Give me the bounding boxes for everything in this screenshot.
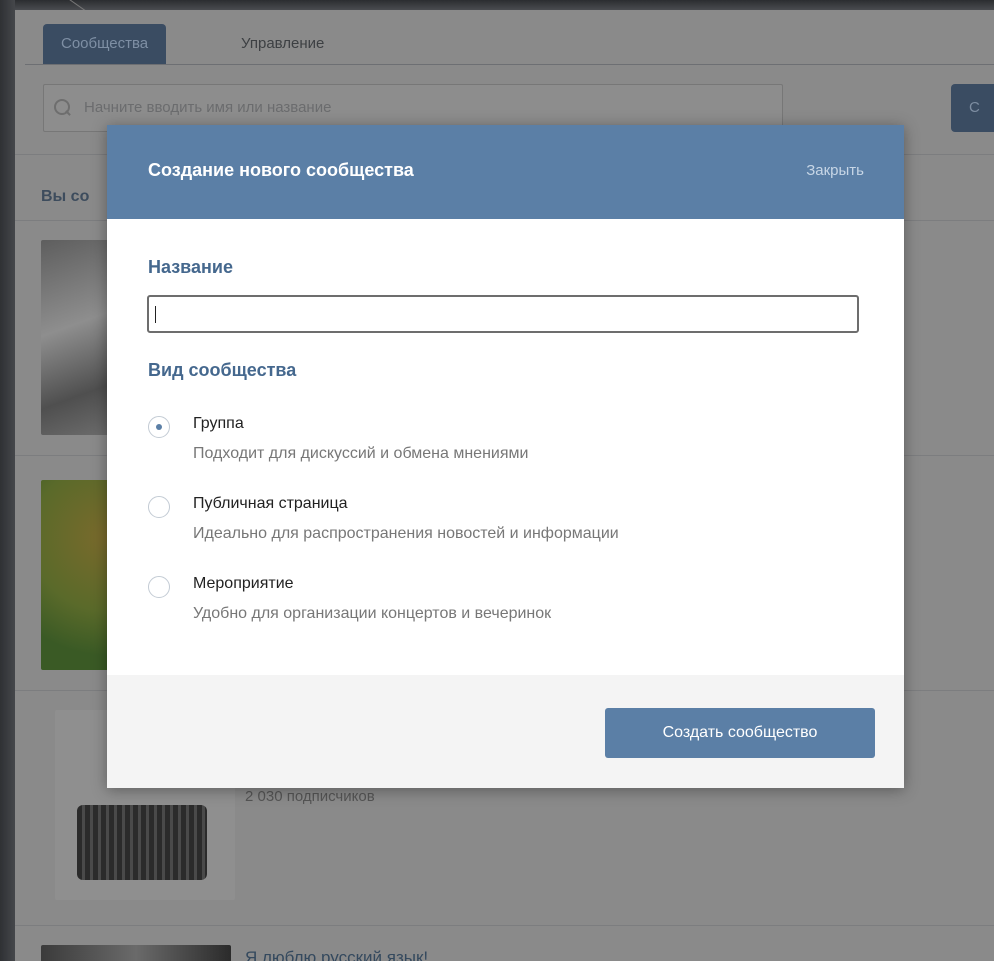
radio-selected-icon[interactable] (148, 416, 170, 438)
option-public-page[interactable]: Публичная страница Идеально для распрост… (148, 495, 868, 555)
slide-frame-left (0, 0, 15, 961)
close-button[interactable]: Закрыть (806, 162, 864, 179)
community-type-label: Вид сообщества (148, 360, 297, 380)
community-avatar[interactable] (41, 945, 231, 961)
radio-icon[interactable] (148, 576, 170, 598)
radio-icon[interactable] (148, 496, 170, 518)
subscriber-count: 2 030 подписчиков (245, 788, 375, 805)
option-title: Публичная страница (193, 495, 348, 512)
section-label: Вы со (41, 188, 90, 205)
dialog-footer: Создать сообщество (107, 675, 904, 788)
name-input[interactable] (147, 295, 859, 333)
text-caret (155, 306, 156, 323)
search-icon (54, 99, 70, 115)
option-event[interactable]: Мероприятие Удобно для организации конце… (148, 575, 868, 635)
dialog-title: Создание нового сообщества (148, 160, 414, 180)
create-community-button[interactable]: С (951, 84, 994, 132)
option-description: Подходит для дискуссий и обмена мнениями (193, 445, 529, 462)
divider (15, 925, 994, 926)
tab-communities[interactable]: Сообщества (43, 24, 167, 64)
option-description: Удобно для организации концертов и вечер… (193, 605, 552, 622)
tab-management[interactable]: Управление (223, 24, 342, 64)
create-community-dialog: Создание нового сообщества Закрыть Назва… (107, 125, 904, 788)
slide-frame-top (0, 0, 994, 10)
option-title: Мероприятие (193, 575, 294, 592)
dialog-header: Создание нового сообщества Закрыть (107, 125, 904, 219)
community-title[interactable]: Я люблю русский язык! (245, 948, 428, 961)
name-label: Название (148, 257, 233, 277)
option-description: Идеально для распространения новостей и … (193, 525, 619, 542)
option-title: Группа (193, 415, 244, 432)
typewriter-image (77, 805, 207, 880)
option-group[interactable]: Группа Подходит для дискуссий и обмена м… (148, 415, 868, 475)
search-placeholder: Начните вводить имя или название (84, 99, 332, 116)
create-community-submit-button[interactable]: Создать сообщество (605, 708, 875, 758)
tab-bar: Сообщества Управление (25, 16, 994, 65)
